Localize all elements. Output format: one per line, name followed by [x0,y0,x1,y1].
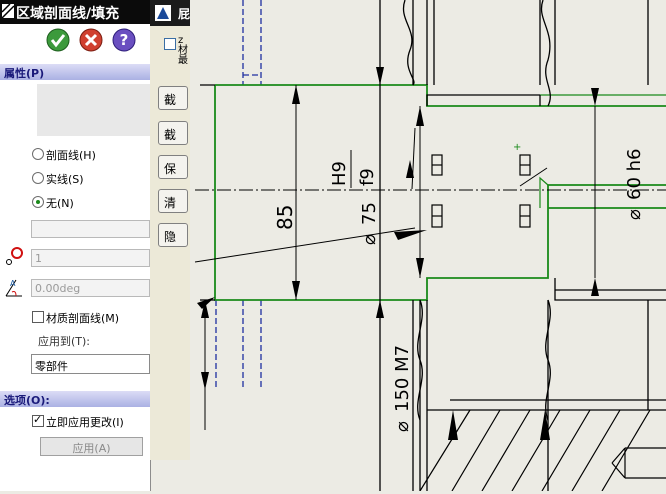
window2-checkbox-label: z 材 最 [178,35,188,66]
window2-button-5[interactable]: 隐 [158,223,188,247]
apply-immediately-checkbox[interactable] [32,413,44,427]
options-section-header[interactable]: 选项(O): [0,391,150,407]
material-hatch-checkbox[interactable] [32,311,44,323]
radio-circle [32,148,44,160]
apply-to-field[interactable]: 零部件 [31,354,150,374]
dim-fit-lower: f9 [357,168,378,186]
angle-field[interactable]: 0.00deg [31,279,150,297]
window2-button-1[interactable]: 截 [158,86,188,110]
property-manager-panel: 区域剖面线/填充 ? 属性(P) 剖面线(H) 实线(S) 无(N) 1 A 0… [0,0,151,491]
ok-button[interactable] [46,28,70,52]
pattern-select[interactable] [31,220,150,238]
radio-circle-selected [32,196,44,208]
checkmark-icon [46,28,70,52]
hatch-preview [37,84,150,136]
drawing-canvas[interactable]: + 85 H9 f9 ⌀ 75 ⌀ 60 h6 ⌀ 150 M7 [190,0,666,492]
window2-button-2[interactable]: 截 [158,121,188,145]
dim-75: 75 [359,202,380,225]
help-icon: ? [112,28,136,52]
secondary-window: 屁 z 材 最 截 截 保 清 隐 [150,0,191,460]
secondary-window-title-bar: 屁 [150,0,190,26]
apply-immediately-label: 立即应用更改(I) [46,416,124,429]
radio-none[interactable]: 无(N) [32,194,150,210]
hatch-icon [2,4,14,18]
scale-icon [6,247,23,265]
cancel-button[interactable] [79,28,103,52]
diameter-symbol: ⌀ [359,234,380,245]
panel-title-bar: 区域剖面线/填充 [0,0,150,24]
help-button[interactable]: ? [112,28,136,52]
scale-field[interactable]: 1 [31,249,150,267]
angle-icon: A [5,279,22,297]
diameter-symbol-3: ⌀ [392,421,413,432]
dim-150-m7: 150 M7 [392,345,413,412]
panel-title: 区域剖面线/填充 [16,6,120,22]
svg-text:A: A [10,279,16,288]
svg-text:?: ? [120,31,129,49]
drawing-view: + 85 H9 f9 ⌀ 75 ⌀ 60 h6 ⌀ 150 M7 [190,0,666,492]
dim-60-h6: 60 h6 [624,149,645,201]
material-hatch-label: 材质剖面线(M) [46,312,120,325]
origin-marker: + [513,142,521,153]
window2-button-4[interactable]: 清 [158,189,188,213]
dim-fit-upper: H9 [329,161,350,186]
close-icon [79,28,103,52]
app-logo-icon [155,5,171,21]
window2-checkbox[interactable] [164,38,176,50]
apply-button[interactable]: 应用(A) [40,437,143,456]
window2-button-3[interactable]: 保 [158,155,188,179]
radio-solid[interactable]: 实线(S) [32,170,150,186]
radio-hatch[interactable]: 剖面线(H) [32,146,150,162]
radio-circle [32,172,44,184]
apply-to-label: 应用到(T): [38,335,91,348]
diameter-symbol-2: ⌀ [624,209,645,220]
properties-section-header[interactable]: 属性(P) [0,64,150,80]
dim-85: 85 [273,205,297,230]
